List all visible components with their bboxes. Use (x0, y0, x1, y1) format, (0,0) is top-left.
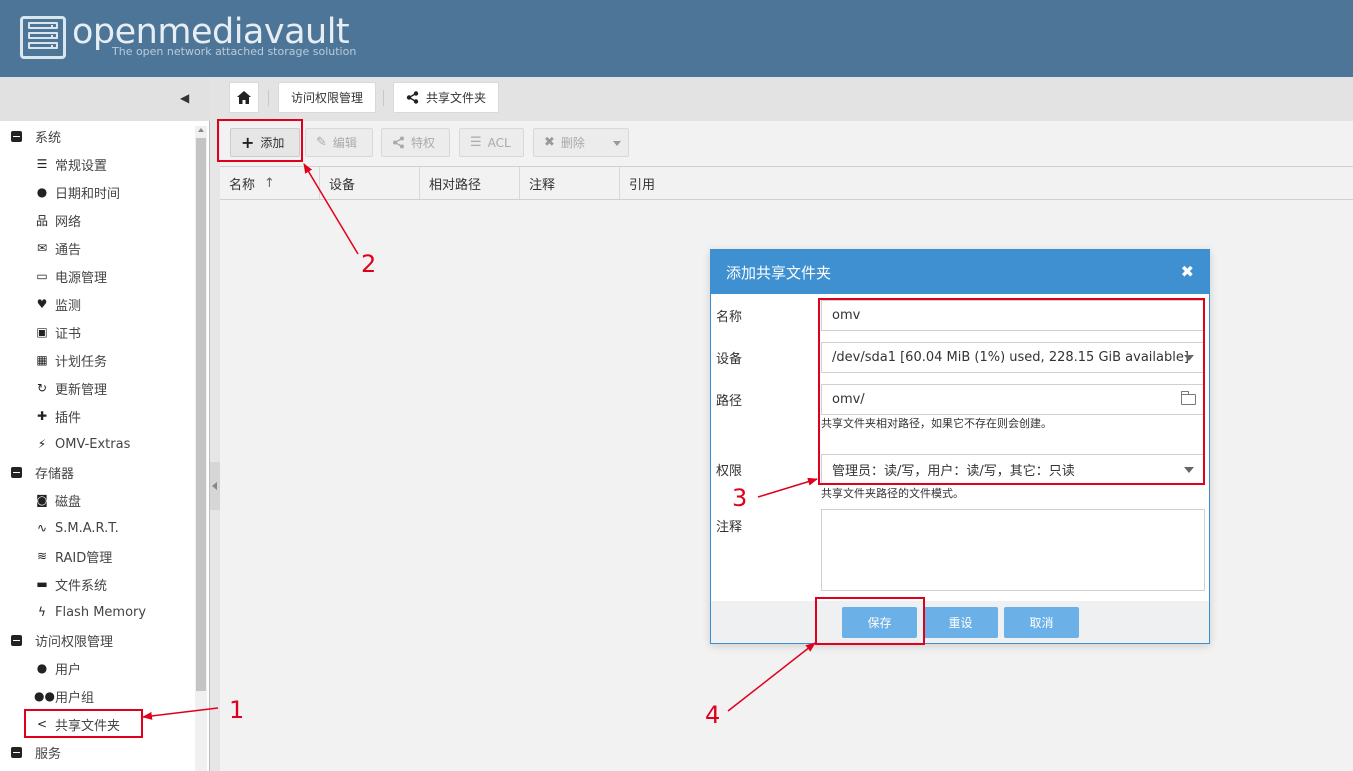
annotation-arrows (142, 163, 818, 720)
arrow-1 (142, 707, 219, 720)
arrow-2 (303, 163, 359, 255)
arrow-3 (757, 477, 818, 498)
arrow-4 (727, 642, 816, 712)
